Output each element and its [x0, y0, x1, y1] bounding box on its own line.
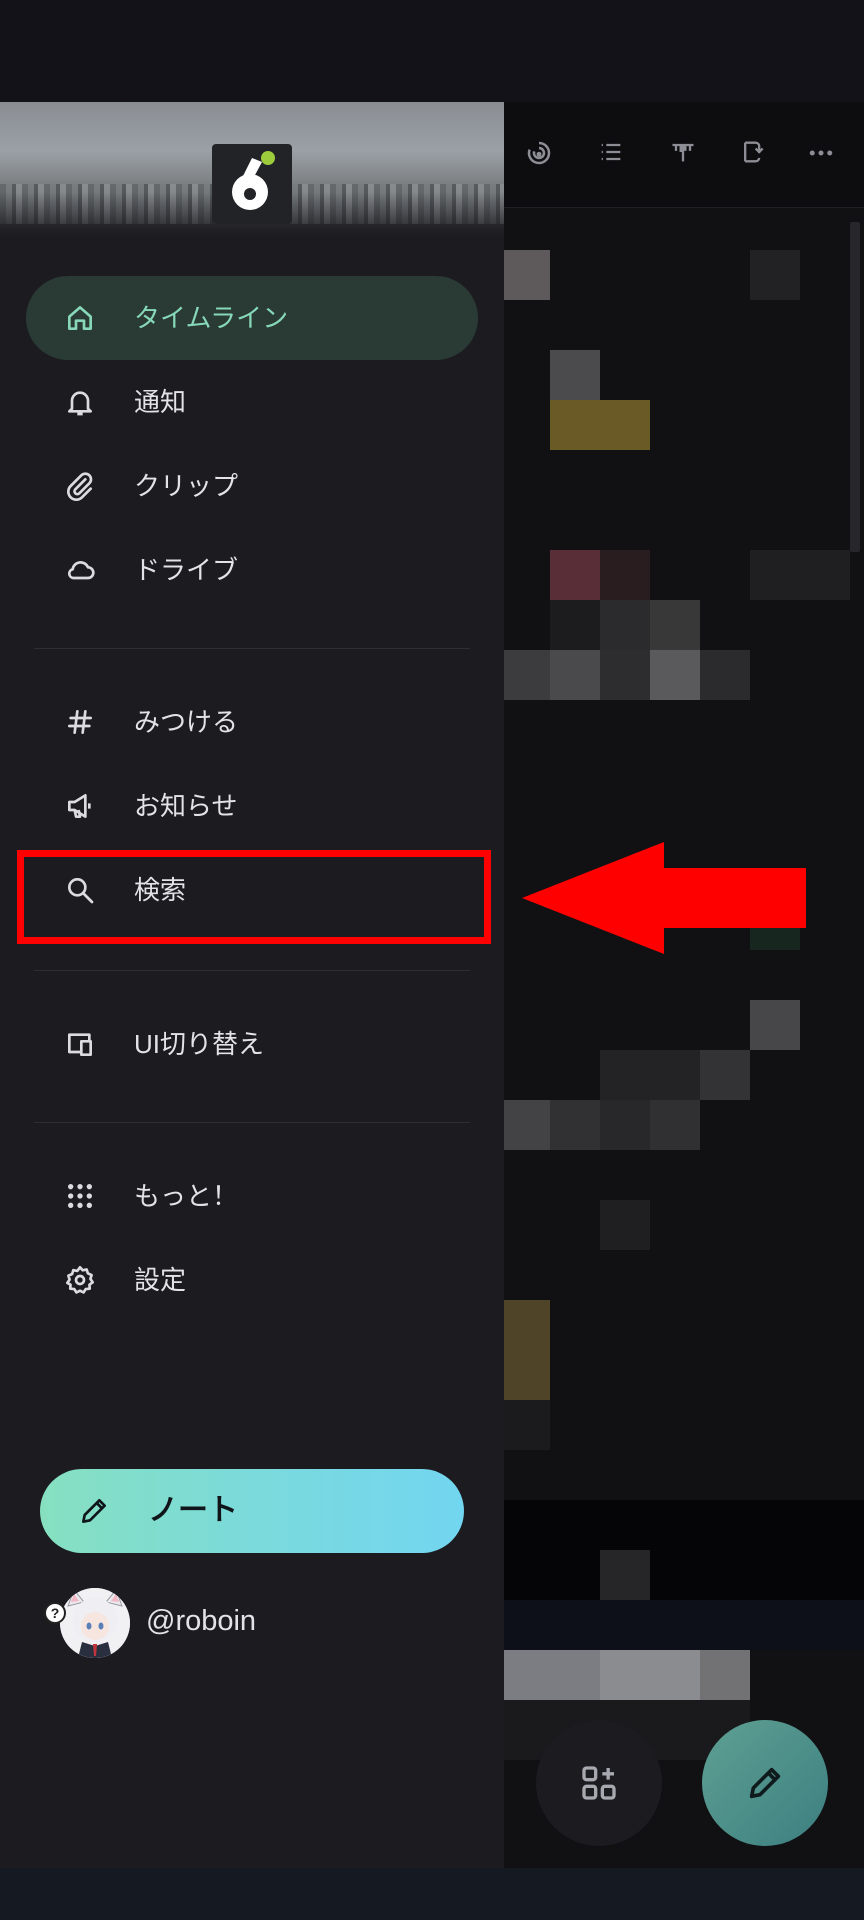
- pixel-block: [600, 550, 650, 600]
- nav-item-label: UI切り替え: [134, 1029, 265, 1059]
- megaphone-icon: [64, 790, 96, 822]
- system-nav-bar: [0, 1868, 864, 1920]
- timeline-header: [500, 102, 864, 208]
- pixel-block: [500, 650, 550, 700]
- pixel-block: [550, 650, 600, 700]
- antenna-icon[interactable]: [666, 138, 700, 172]
- bell-icon: [64, 386, 96, 418]
- pixel-block: [500, 1400, 550, 1450]
- pixel-block: [650, 600, 700, 650]
- pixel-block: [500, 1600, 864, 1650]
- pixel-block: [600, 1550, 650, 1600]
- pixel-block: [550, 550, 600, 600]
- swirl-icon[interactable]: [522, 138, 556, 172]
- app-screen: タイムライン 通知 クリップ ドライブ みつける お知らせ 検索 UI切り替え …: [0, 0, 864, 1920]
- timeline-background: [500, 102, 864, 1868]
- account-badge: ?: [44, 1602, 66, 1624]
- pixel-block: [550, 1100, 600, 1150]
- nav-item-label: 設定: [134, 1265, 187, 1295]
- pixel-block: [600, 1650, 700, 1700]
- pixel-block: [500, 250, 550, 300]
- compose-fab[interactable]: [702, 1720, 828, 1846]
- cloud-icon: [64, 554, 96, 586]
- pixel-block: [650, 650, 700, 700]
- nav-item-label: タイムライン: [134, 303, 289, 333]
- nav-item-label: クリップ: [134, 471, 239, 501]
- note-button[interactable]: ノート: [40, 1469, 464, 1553]
- nav-item-drive[interactable]: ドライブ: [26, 528, 478, 612]
- highlight-box: [17, 850, 491, 944]
- navigation-drawer: タイムライン 通知 クリップ ドライブ みつける お知らせ 検索 UI切り替え …: [0, 102, 504, 1868]
- pixel-block: [750, 550, 850, 600]
- banner-image: [0, 102, 504, 242]
- pencil-icon: [82, 1499, 106, 1523]
- pencil-icon: [749, 1767, 781, 1799]
- nav-item-label: 通知: [134, 387, 187, 417]
- pixel-block: [750, 1000, 800, 1050]
- note-button-label: ノート: [148, 1494, 238, 1527]
- pixel-block: [600, 1200, 650, 1250]
- avatar-illustration: [60, 1588, 130, 1658]
- pixel-block: [700, 650, 750, 700]
- nav-item-more[interactable]: もっと！: [26, 1154, 478, 1238]
- pixel-block: [500, 1650, 600, 1700]
- gear-icon: [64, 1264, 96, 1296]
- divider: [34, 1122, 470, 1123]
- pixel-block: [700, 1650, 750, 1700]
- pixel-block: [700, 1050, 750, 1100]
- pixel-block: [550, 600, 600, 650]
- nav-item-notifications[interactable]: 通知: [26, 360, 478, 444]
- pixel-block: [500, 1300, 550, 1400]
- pixel-block: [500, 1100, 550, 1150]
- nav-item-label: お知らせ: [134, 791, 238, 821]
- avatar[interactable]: [60, 1588, 130, 1658]
- nav-item-settings[interactable]: 設定: [26, 1238, 478, 1322]
- pixel-block: [650, 1100, 700, 1150]
- nav-item-label: みつける: [134, 707, 239, 737]
- divider: [34, 970, 470, 971]
- pointer-arrow: [522, 842, 806, 954]
- more-icon[interactable]: [804, 138, 838, 172]
- nav-item-explore[interactable]: みつける: [26, 680, 478, 764]
- nav-item-timeline[interactable]: タイムライン: [26, 276, 478, 360]
- hashtag-icon: [64, 706, 96, 738]
- grid-dots-icon: [64, 1180, 96, 1212]
- account-username: @roboin: [146, 1605, 257, 1637]
- list-icon[interactable]: [594, 138, 628, 172]
- account-item[interactable]: ? @roboin: [44, 1576, 480, 1666]
- share-icon[interactable]: [734, 138, 768, 172]
- nav-item-label: もっと！: [134, 1181, 239, 1211]
- widgets-icon: [582, 1766, 616, 1800]
- pixel-block: [550, 350, 600, 400]
- pixel-block: [500, 1500, 864, 1600]
- pixel-block: [600, 1100, 650, 1150]
- scrollbar[interactable]: [850, 222, 860, 552]
- devices-icon: [64, 1028, 96, 1060]
- nav-item-announcements[interactable]: お知らせ: [26, 764, 478, 848]
- pixel-block: [750, 250, 800, 300]
- pixel-block: [600, 1050, 700, 1100]
- widgets-button[interactable]: [536, 1720, 662, 1846]
- instance-logo[interactable]: [212, 144, 292, 224]
- pixel-block: [550, 400, 650, 450]
- logo-icon: [232, 151, 275, 210]
- nav-item-label: ドライブ: [134, 555, 239, 585]
- pixel-block: [600, 650, 650, 700]
- status-bar: [0, 0, 864, 102]
- divider: [34, 648, 470, 649]
- paperclip-icon: [64, 470, 96, 502]
- nav-item-ui-switch[interactable]: UI切り替え: [26, 1002, 478, 1086]
- pixel-block: [600, 600, 650, 650]
- nav-item-clips[interactable]: クリップ: [26, 444, 478, 528]
- home-icon: [64, 302, 96, 334]
